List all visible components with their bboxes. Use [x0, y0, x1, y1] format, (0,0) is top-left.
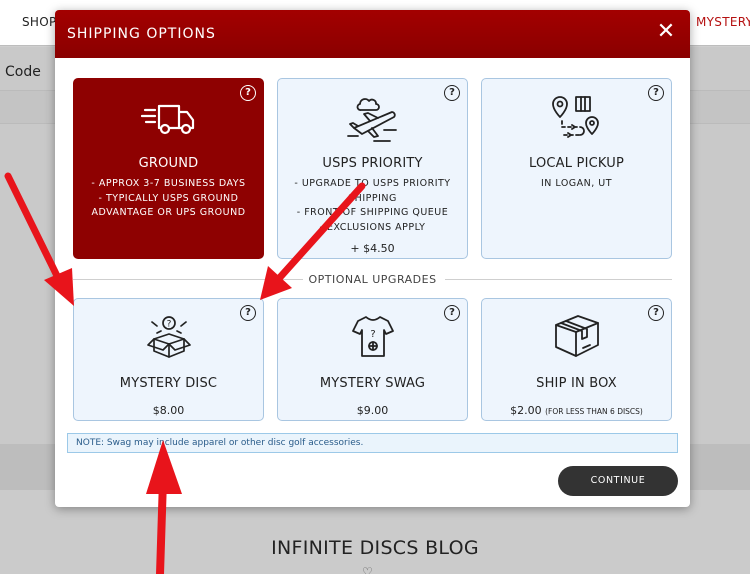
heart-icon: ♡	[362, 565, 373, 574]
option-detail-line: ADVANTAGE OR UPS GROUND	[91, 207, 246, 218]
svg-text:?: ?	[370, 329, 375, 340]
modal-header: SHIPPING OPTIONS ✕	[55, 10, 690, 58]
option-detail-line: - EXCLUSIONS APPLY	[319, 221, 426, 233]
modal-title: SHIPPING OPTIONS	[67, 26, 216, 42]
option-details: IN LOGAN, UT	[482, 177, 671, 192]
truck-icon	[74, 89, 263, 147]
upgrade-mystery-disc[interactable]: ? ? MYSTERY DISC $8.00	[73, 298, 264, 421]
option-detail-line: - UPGRADE TO USPS PRIORITY	[294, 178, 451, 189]
upgrade-ship-in-box[interactable]: ? SHIP IN BOX $2.00 (FOR LESS THAN 6 DIS…	[481, 298, 672, 421]
option-name: MYSTERY SWAG	[319, 376, 426, 391]
price-note: (FOR LESS THAN 6 DISCS)	[545, 407, 643, 416]
mystery-shirt-icon: ?	[278, 311, 467, 361]
box-icon	[482, 311, 671, 361]
option-name: USPS PRIORITY	[322, 156, 423, 171]
close-button[interactable]: ✕	[654, 21, 678, 45]
svg-text:?: ?	[166, 320, 171, 330]
map-route-icon	[482, 89, 671, 147]
shipping-options-modal: SHIPPING OPTIONS ✕ ? GROUND - APPROX 3-7…	[55, 10, 690, 507]
option-details: - UPGRADE TO USPS PRIORITY SHIPPING - FR…	[278, 177, 467, 235]
option-price: $8.00	[152, 404, 185, 417]
option-price: $9.00	[356, 404, 389, 417]
shipping-option-usps-priority[interactable]: ? USPS PRIORITY - UPGRADE TO USPS PRIORI…	[277, 78, 468, 259]
swag-note: NOTE: Swag may include apparel or other …	[67, 433, 678, 453]
upgrade-mystery-swag[interactable]: ? ? MYSTERY SWAG $9.00	[277, 298, 468, 421]
option-detail-line: SHIPPING	[348, 192, 397, 204]
option-name: SHIP IN BOX	[536, 376, 617, 391]
mystery-box-icon: ?	[74, 311, 263, 361]
option-detail-line: - FRONT OF SHIPPING QUEUE	[296, 207, 449, 218]
option-price: + $4.50	[350, 242, 395, 255]
option-name: GROUND	[138, 156, 199, 171]
option-price: $2.00 (FOR LESS THAN 6 DISCS)	[482, 404, 671, 417]
background-code-label: Code	[5, 64, 41, 80]
option-name: MYSTERY DISC	[119, 376, 218, 391]
airplane-icon	[278, 89, 467, 147]
shipping-option-local-pickup[interactable]: ? LOCAL PICKUP IN LOGAN, UT	[481, 78, 672, 259]
optional-upgrades-label: OPTIONAL UPGRADES	[308, 273, 437, 286]
continue-button[interactable]: CONTINUE	[558, 466, 678, 496]
nav-shop-link[interactable]: SHOP	[22, 15, 57, 29]
shipping-option-ground[interactable]: ? GROUND - APPROX 3-7 BUSINESS DAYS - TY…	[73, 78, 264, 259]
nav-mystery-link[interactable]: MYSTERY CHA	[696, 15, 750, 29]
option-detail-line: IN LOGAN, UT	[540, 178, 613, 189]
price-value: $2.00	[510, 404, 542, 417]
option-name: LOCAL PICKUP	[528, 156, 625, 171]
option-detail-line: - APPROX 3-7 BUSINESS DAYS	[91, 178, 246, 189]
option-detail-line: - TYPICALLY USPS GROUND	[98, 192, 239, 204]
option-details: - APPROX 3-7 BUSINESS DAYS - TYPICALLY U…	[74, 177, 263, 221]
blog-title: INFINITE DISCS BLOG	[271, 537, 479, 559]
